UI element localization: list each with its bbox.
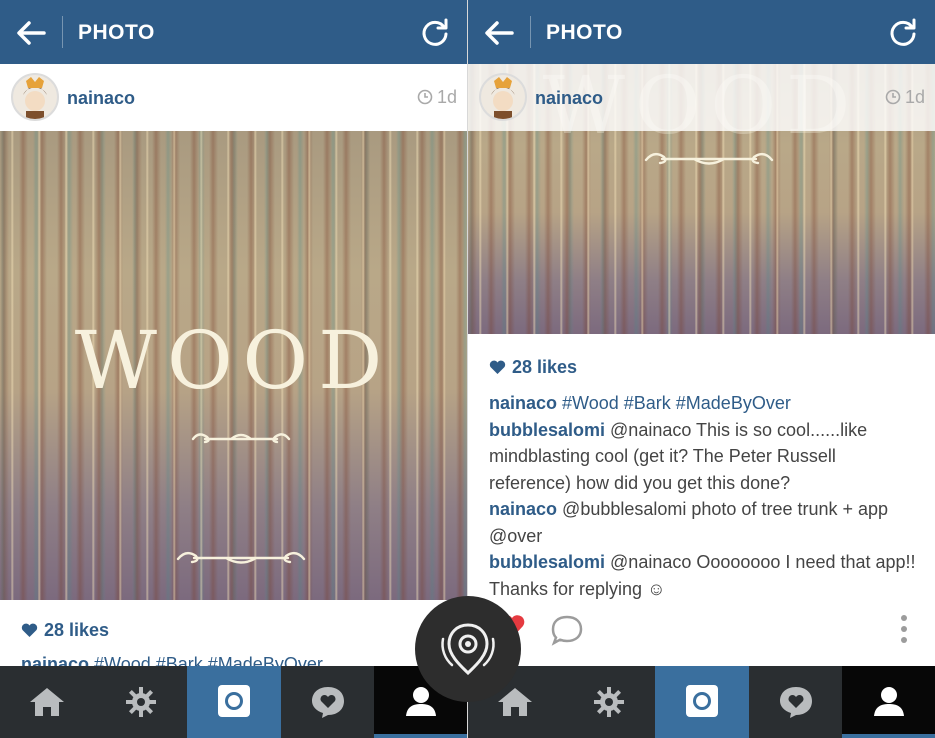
nav-home[interactable] bbox=[0, 666, 94, 738]
bottom-nav bbox=[0, 666, 467, 738]
likes-label: 28 likes bbox=[512, 357, 578, 377]
top-bar: PHOTO bbox=[0, 0, 467, 64]
post-photo[interactable]: WOOD bbox=[0, 131, 467, 600]
likes-label: 28 likes bbox=[44, 620, 110, 640]
location-pin-icon bbox=[441, 623, 495, 676]
page-title: PHOTO bbox=[78, 21, 155, 44]
comment: nainaco #Wood #Bark #MadeByOver bbox=[489, 390, 919, 417]
post-timestamp: 1d bbox=[417, 87, 457, 108]
nav-explore[interactable] bbox=[94, 666, 188, 738]
comment-user[interactable]: bubblesalomi bbox=[489, 420, 605, 440]
comment-text: #Wood #Bark #MadeByOver bbox=[562, 393, 791, 413]
nav-camera[interactable] bbox=[655, 666, 749, 738]
ornament-bottom bbox=[644, 152, 774, 165]
back-arrow-icon[interactable] bbox=[482, 16, 516, 50]
comment-bubble-icon[interactable] bbox=[550, 614, 584, 646]
nav-activity[interactable] bbox=[281, 666, 375, 738]
clock-icon bbox=[417, 89, 433, 105]
header-separator bbox=[62, 16, 63, 48]
ornament-bottom bbox=[176, 551, 306, 564]
likes-count[interactable]: 28 likes bbox=[489, 357, 577, 378]
avatar[interactable] bbox=[11, 73, 59, 121]
top-bar: PHOTO bbox=[468, 0, 935, 64]
comment: bubblesalomi @nainaco Oooooooo I need th… bbox=[489, 549, 919, 602]
post-username[interactable]: nainaco bbox=[535, 88, 603, 109]
explore-icon bbox=[126, 687, 156, 717]
heart-icon bbox=[21, 623, 38, 637]
left-screen: PHOTO nainaco 1d WOOD 28 likes nainaco #… bbox=[0, 0, 467, 738]
post-header: nainaco 1d bbox=[468, 64, 935, 131]
activity-icon bbox=[312, 687, 344, 718]
likes-count[interactable]: 28 likes bbox=[21, 620, 109, 641]
active-indicator bbox=[842, 734, 935, 738]
avatar[interactable] bbox=[479, 73, 527, 121]
refresh-icon[interactable] bbox=[887, 16, 919, 48]
nav-profile[interactable] bbox=[842, 666, 935, 738]
watermark-badge bbox=[415, 596, 521, 702]
more-options-icon[interactable] bbox=[900, 614, 908, 644]
comment-user[interactable]: nainaco bbox=[489, 393, 557, 413]
comment: bubblesalomi @nainaco This is so cool...… bbox=[489, 417, 919, 497]
nav-activity[interactable] bbox=[749, 666, 843, 738]
camera-icon bbox=[218, 685, 250, 717]
clock-icon bbox=[885, 89, 901, 105]
heart-icon bbox=[489, 360, 506, 374]
comment: nainaco @bubblesalomi photo of tree trun… bbox=[489, 496, 919, 549]
image-title: WOOD bbox=[74, 314, 393, 407]
post-timestamp: 1d bbox=[885, 87, 925, 108]
home-icon bbox=[30, 688, 64, 716]
post-username[interactable]: nainaco bbox=[67, 88, 135, 109]
camera-icon bbox=[686, 685, 718, 717]
nav-explore[interactable] bbox=[562, 666, 656, 738]
back-arrow-icon[interactable] bbox=[14, 16, 48, 50]
comments-list: nainaco #Wood #Bark #MadeByOver bubblesa… bbox=[489, 390, 919, 602]
post-header: nainaco 1d bbox=[0, 64, 467, 131]
refresh-icon[interactable] bbox=[419, 16, 451, 48]
comment-user[interactable]: bubblesalomi bbox=[489, 552, 605, 572]
page-title: PHOTO bbox=[546, 21, 623, 44]
explore-icon bbox=[594, 687, 624, 717]
bottom-nav bbox=[468, 666, 935, 738]
header-separator bbox=[530, 16, 531, 48]
active-indicator bbox=[374, 734, 467, 738]
ornament-top bbox=[191, 433, 291, 444]
right-screen: WOOD PHOTO nainaco 1d 28 likes nainaco #… bbox=[468, 0, 935, 738]
profile-icon bbox=[874, 687, 904, 716]
nav-camera[interactable] bbox=[187, 666, 281, 738]
post-time-value: 1d bbox=[904, 87, 925, 107]
post-time-value: 1d bbox=[436, 87, 457, 107]
comment-user[interactable]: nainaco bbox=[489, 499, 557, 519]
activity-icon bbox=[780, 687, 812, 718]
